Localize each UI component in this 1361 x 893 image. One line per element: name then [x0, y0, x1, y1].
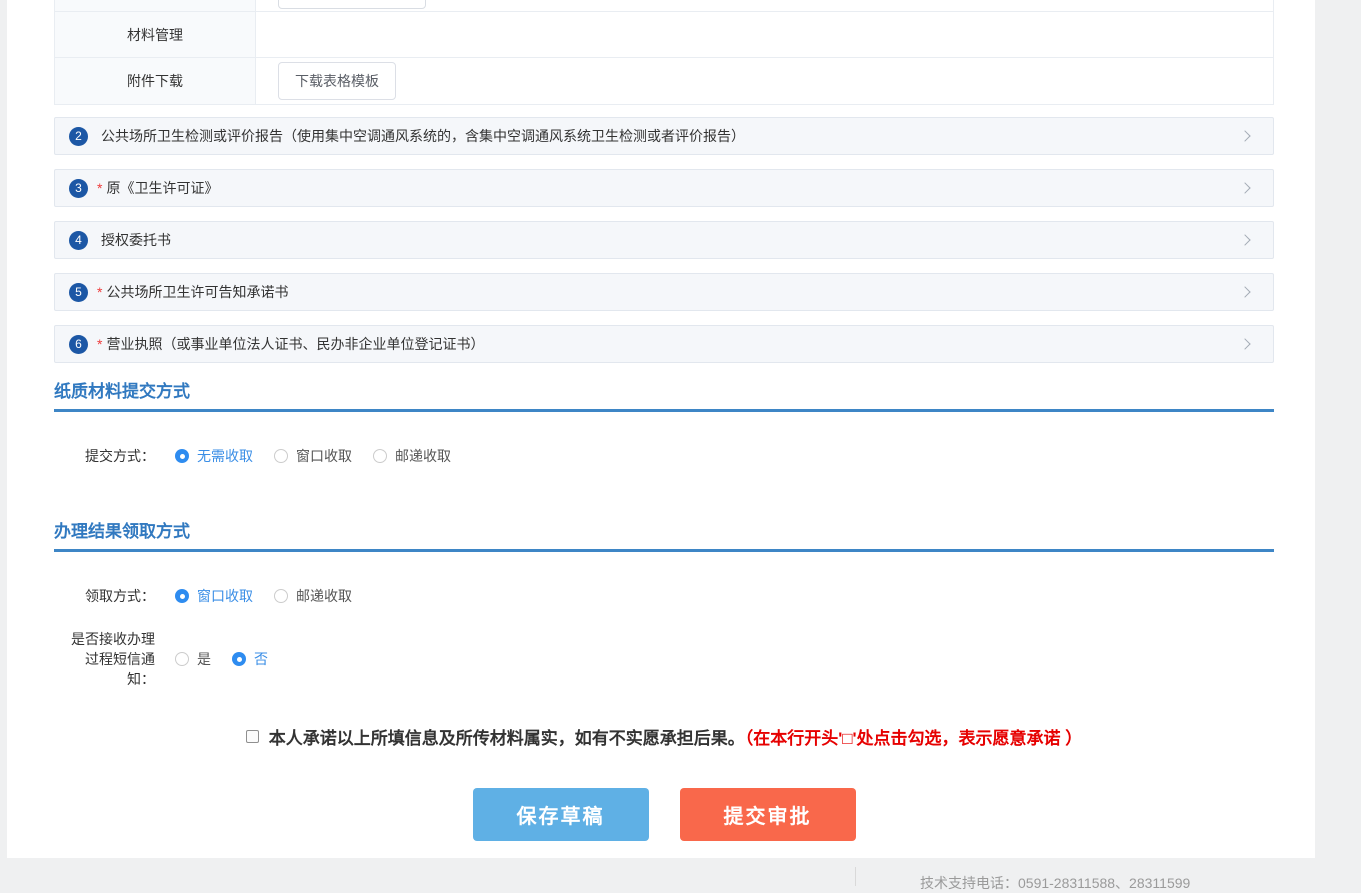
label-line: 是否接收办理: [54, 629, 155, 649]
section-title-paper-submission: 纸质材料提交方式: [54, 377, 1274, 412]
attachment-title: 原《卫生许可证》: [106, 178, 218, 198]
item-number-badge: 2: [69, 127, 88, 146]
radio-option-window-collection[interactable]: 窗口收取: [274, 446, 352, 466]
material-table: 材料管理 附件下载 下载表格模板: [54, 0, 1274, 105]
item-number-badge: 5: [69, 283, 88, 302]
attachment-title: 公共场所卫生检测或评价报告（使用集中空调通风系统的，含集中空调通风系统卫生检测或…: [101, 126, 745, 146]
required-asterisk: *: [97, 336, 102, 352]
attachment-title: 公共场所卫生许可告知承诺书: [106, 282, 288, 302]
sms-notification-row: 是否接收办理 过程短信通 知： 是 否: [54, 629, 1274, 689]
chevron-right-icon: [1239, 286, 1250, 297]
support-phone-text: 技术支持电话：0591-28311588、28311599: [920, 873, 1190, 893]
commitment-checkbox[interactable]: [246, 730, 259, 743]
radio-label: 邮递收取: [296, 586, 352, 606]
radio-group-sms-notification: 是 否: [175, 649, 268, 669]
commitment-text: 本人承诺以上所填信息及所传材料属实，如有不实愿承担后果。（在本行开头'□'处点击…: [269, 724, 1083, 749]
paper-submission-row: 提交方式： 无需收取 窗口收取 邮递收取: [54, 446, 1274, 466]
radio-option-yes[interactable]: 是: [175, 649, 211, 669]
download-template-button[interactable]: 下载表格模板: [278, 62, 396, 100]
attachment-item-5[interactable]: 5 * 公共场所卫生许可告知承诺书: [54, 273, 1274, 311]
label-line: 过程短信通: [54, 649, 155, 669]
row-content: 下载表格模板: [256, 58, 1273, 104]
item-number-badge: 4: [69, 231, 88, 250]
row-label: 是否接收办理 过程短信通 知：: [54, 629, 155, 689]
chevron-right-icon: [1239, 338, 1250, 349]
radio-button[interactable]: [232, 652, 246, 666]
chevron-right-icon: [1239, 234, 1250, 245]
result-pickup-row: 领取方式： 窗口收取 邮递收取: [54, 586, 1274, 606]
row-label: 附件下载: [55, 58, 256, 104]
radio-button[interactable]: [175, 449, 189, 463]
row-label: 提交方式：: [54, 446, 155, 466]
radio-label: 是: [197, 649, 211, 669]
row-content: [256, 0, 1273, 11]
radio-group-paper-submission: 无需收取 窗口收取 邮递收取: [175, 446, 451, 466]
attachment-title: 授权委托书: [101, 230, 171, 250]
required-asterisk: *: [97, 284, 102, 300]
submit-approval-button[interactable]: 提交审批: [680, 788, 856, 841]
radio-label: 邮递收取: [395, 446, 451, 466]
commitment-row: 本人承诺以上所填信息及所传材料属实，如有不实愿承担后果。（在本行开头'□'处点击…: [54, 724, 1274, 749]
input-field-partial[interactable]: [278, 0, 426, 9]
required-asterisk: *: [97, 180, 102, 196]
radio-label: 无需收取: [197, 446, 253, 466]
commitment-text-warning: （在本行开头'□'处点击勾选，表示愿意承诺 ）: [745, 729, 1083, 748]
page-footer: 技术支持电话：0591-28311588、28311599: [0, 860, 1361, 886]
table-row: 材料管理: [55, 11, 1273, 57]
row-content: [256, 12, 1273, 57]
chevron-right-icon: [1239, 130, 1250, 141]
commitment-text-main: 本人承诺以上所填信息及所传材料属实，如有不实愿承担后果。: [269, 729, 745, 748]
attachment-item-2[interactable]: 2 公共场所卫生检测或评价报告（使用集中空调通风系统的，含集中空调通风系统卫生检…: [54, 117, 1274, 155]
attachment-item-4[interactable]: 4 授权委托书: [54, 221, 1274, 259]
attachment-title: 营业执照（或事业单位法人证书、民办非企业单位登记证书）: [106, 334, 484, 354]
radio-label: 窗口收取: [296, 446, 352, 466]
main-panel: 材料管理 附件下载 下载表格模板 2 公共场所卫生检测或评价报告（使用集中空调通…: [7, 0, 1315, 858]
attachment-item-6[interactable]: 6 * 营业执照（或事业单位法人证书、民办非企业单位登记证书）: [54, 325, 1274, 363]
radio-label: 否: [254, 649, 268, 669]
radio-button[interactable]: [373, 449, 387, 463]
row-label: 材料管理: [55, 12, 256, 57]
row-label: 领取方式：: [54, 586, 155, 606]
action-button-row: 保存草稿 提交审批: [54, 788, 1274, 841]
item-number-badge: 3: [69, 179, 88, 198]
attachment-item-3[interactable]: 3 * 原《卫生许可证》: [54, 169, 1274, 207]
radio-button[interactable]: [274, 589, 288, 603]
table-row: [55, 0, 1273, 11]
radio-option-mail-collection[interactable]: 邮递收取: [373, 446, 451, 466]
form-content: 材料管理 附件下载 下载表格模板 2 公共场所卫生检测或评价报告（使用集中空调通…: [54, 0, 1274, 841]
radio-label: 窗口收取: [197, 586, 253, 606]
radio-button[interactable]: [175, 652, 189, 666]
section-title-result-pickup: 办理结果领取方式: [54, 517, 1274, 552]
radio-button[interactable]: [274, 449, 288, 463]
radio-option-no-collection[interactable]: 无需收取: [175, 446, 253, 466]
radio-button[interactable]: [175, 589, 189, 603]
footer-divider: [855, 867, 856, 886]
radio-group-result-pickup: 窗口收取 邮递收取: [175, 586, 352, 606]
radio-option-window-pickup[interactable]: 窗口收取: [175, 586, 253, 606]
chevron-right-icon: [1239, 182, 1250, 193]
label-line: 知：: [54, 669, 155, 689]
row-label: [55, 0, 256, 11]
radio-option-no[interactable]: 否: [232, 649, 268, 669]
save-draft-button[interactable]: 保存草稿: [473, 788, 649, 841]
table-row: 附件下载 下载表格模板: [55, 57, 1273, 104]
radio-option-mail-pickup[interactable]: 邮递收取: [274, 586, 352, 606]
item-number-badge: 6: [69, 335, 88, 354]
